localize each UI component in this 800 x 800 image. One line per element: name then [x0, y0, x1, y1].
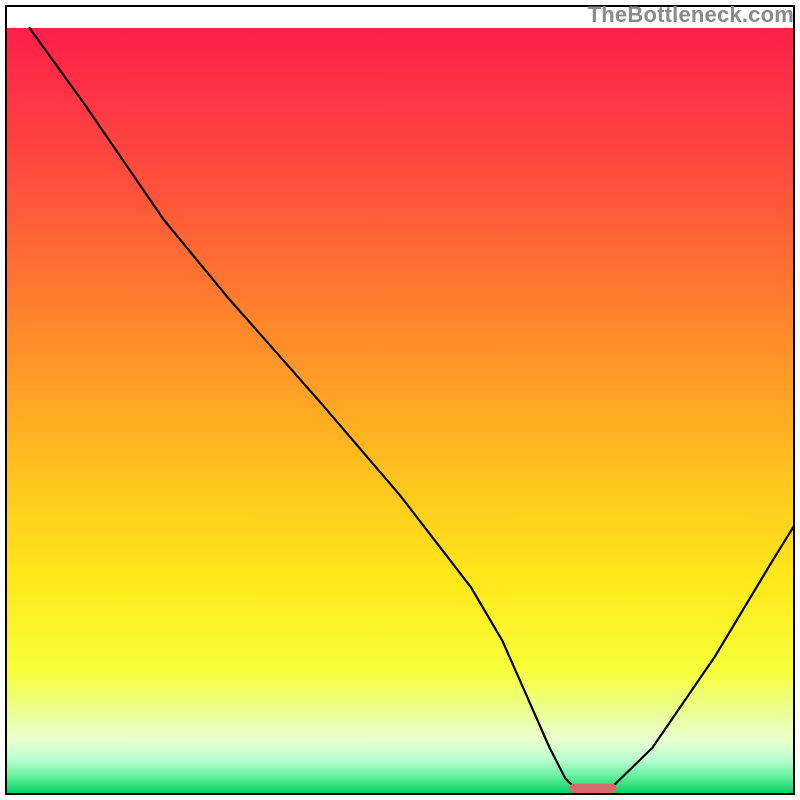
bottleneck-chart: TheBottleneck.com — [0, 0, 800, 800]
watermark-text: TheBottleneck.com — [588, 2, 794, 28]
chart-canvas — [0, 0, 800, 800]
gradient-background — [6, 28, 794, 794]
optimal-marker — [569, 784, 616, 793]
